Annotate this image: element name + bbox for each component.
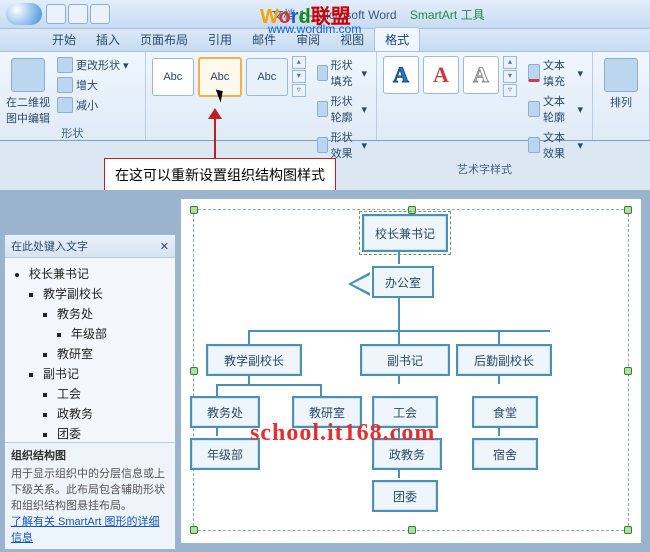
group-shapes-label: 形状 xyxy=(6,126,139,142)
text-pane-item[interactable]: 团委 xyxy=(57,425,173,442)
tab-references[interactable]: 引用 xyxy=(198,28,242,51)
text-pane-title: 在此处键入文字 xyxy=(11,238,88,254)
learn-more-link[interactable]: 了解有关 SmartArt 图形的详细信息 xyxy=(11,516,160,544)
tab-pagelayout[interactable]: 页面布局 xyxy=(130,28,198,51)
tab-home[interactable]: 开始 xyxy=(42,28,86,51)
arrange-button[interactable]: 排列 xyxy=(599,56,643,110)
ribbon: 在二维视图中编辑 更改形状 ▾ 增大 减小 形状 Abc Abc Abc ▴▾▿ xyxy=(0,52,650,141)
wordart-style-1[interactable]: A xyxy=(383,56,419,94)
edit-in-2d-button[interactable]: 在二维视图中编辑 xyxy=(6,56,50,126)
annotation-callout: 在这可以重新设置组织结构图样式 xyxy=(104,158,336,192)
group-shape-styles: Abc Abc Abc ▴▾▿ 形状填充 ▾ 形状轮廓 ▾ 形状效果 ▾ 形状样… xyxy=(146,52,377,140)
text-pane-item[interactable]: 教研室 xyxy=(57,345,173,362)
edit-2d-icon xyxy=(11,58,45,92)
shape-style-3[interactable]: Abc xyxy=(246,58,288,96)
group-shapes: 在二维视图中编辑 更改形状 ▾ 增大 减小 形状 xyxy=(0,52,146,140)
text-pane-item[interactable]: 工会 xyxy=(57,385,173,402)
smartart-org-chart[interactable]: 校长兼书记 办公室 教学副校长 副书记 后勤副校长 教务处 教研室 工会 食堂 … xyxy=(193,209,629,531)
shape-outline-button[interactable]: 形状轮廓 ▾ xyxy=(314,92,370,126)
arrange-icon xyxy=(604,58,638,92)
outline-icon xyxy=(317,101,328,117)
change-shape-icon xyxy=(57,57,73,73)
org-node-l3-2[interactable]: 工会 xyxy=(372,396,438,428)
annotation-arrow-line xyxy=(214,110,216,158)
org-node-assistant[interactable]: 办公室 xyxy=(372,266,434,298)
smartart-text-pane[interactable]: 在此处键入文字 ✕ 校长兼书记教学副校长教务处年级部教研室副书记工会政教务团委后… xyxy=(4,234,176,550)
text-pane-description: 组织结构图 用于显示组织中的分层信息或上下级关系。此布局包含辅助形状和组织结构图… xyxy=(5,442,175,549)
office-button[interactable] xyxy=(6,3,42,25)
tab-review[interactable]: 审阅 xyxy=(286,28,330,51)
tab-view[interactable]: 视图 xyxy=(330,28,374,51)
tab-insert[interactable]: 插入 xyxy=(86,28,130,51)
text-fill-button[interactable]: 文本填充 ▾ xyxy=(525,56,586,90)
shape-style-gallery-scroll[interactable]: ▴▾▿ xyxy=(292,56,306,97)
document-canvas[interactable]: 校长兼书记 办公室 教学副校长 副书记 后勤副校长 教务处 教研室 工会 食堂 … xyxy=(180,198,642,544)
shape-effects-button[interactable]: 形状效果 ▾ xyxy=(314,128,370,162)
group-wordart-label: 艺术字样式 xyxy=(383,162,586,178)
text-pane-close-icon[interactable]: ✕ xyxy=(160,240,169,253)
text-effects-button[interactable]: 文本效果 ▾ xyxy=(525,128,586,162)
org-node-l2-0[interactable]: 教学副校长 xyxy=(206,344,302,376)
text-pane-item[interactable]: 副书记工会政教务团委 xyxy=(43,365,173,442)
workspace: 在此处键入文字 ✕ 校长兼书记教学副校长教务处年级部教研室副书记工会政教务团委后… xyxy=(0,190,650,552)
shrink-icon xyxy=(57,97,73,113)
window-title: 文档 1 - Microsoft Word SmartArt 工具 xyxy=(112,6,644,23)
wordart-style-2[interactable]: A xyxy=(423,56,459,94)
change-shape-button[interactable]: 更改形状 ▾ xyxy=(54,56,132,74)
text-outline-button[interactable]: 文本轮廓 ▾ xyxy=(525,92,586,126)
text-fill-icon xyxy=(528,64,540,82)
text-pane-item[interactable]: 教学副校长教务处年级部教研室 xyxy=(43,285,173,362)
org-node-l2-2[interactable]: 后勤副校长 xyxy=(456,344,552,376)
org-node-l4-0[interactable]: 年级部 xyxy=(190,438,260,470)
shrink-button[interactable]: 减小 xyxy=(54,96,132,114)
org-node-l3-0[interactable]: 教务处 xyxy=(190,396,260,428)
shape-fill-button[interactable]: 形状填充 ▾ xyxy=(314,56,370,90)
org-node-l3-3[interactable]: 食堂 xyxy=(472,396,538,428)
shape-style-1[interactable]: Abc xyxy=(152,58,194,96)
text-pane-item[interactable]: 教务处年级部 xyxy=(57,305,173,342)
ribbon-tabs: 开始 插入 页面布局 引用 邮件 审阅 视图 格式 xyxy=(0,29,650,52)
org-node-l4-1[interactable]: 政教务 xyxy=(372,438,442,470)
org-node-l2-1[interactable]: 副书记 xyxy=(360,344,450,376)
org-node-l3-1[interactable]: 教研室 xyxy=(292,396,362,428)
qat-save[interactable] xyxy=(46,4,66,24)
group-arrange: 排列 xyxy=(593,52,650,140)
text-pane-item[interactable]: 校长兼书记教学副校长教务处年级部教研室副书记工会政教务团委后勤副校长 xyxy=(29,265,173,442)
text-outline-icon xyxy=(528,101,540,117)
org-node-root[interactable]: 校长兼书记 xyxy=(362,214,448,252)
org-node-l5-0[interactable]: 团委 xyxy=(372,480,438,512)
wordart-gallery-scroll[interactable]: ▴▾▿ xyxy=(503,56,517,97)
org-node-l4-2[interactable]: 宿舍 xyxy=(472,438,538,470)
qat-undo[interactable] xyxy=(68,4,88,24)
wordart-style-3[interactable]: A xyxy=(463,56,499,94)
fill-icon xyxy=(317,65,328,81)
text-effects-icon xyxy=(528,137,540,153)
shape-style-2[interactable]: Abc xyxy=(198,57,242,97)
tab-format[interactable]: 格式 xyxy=(374,27,420,51)
text-pane-list[interactable]: 校长兼书记教学副校长教务处年级部教研室副书记工会政教务团委后勤副校长 xyxy=(5,258,175,442)
enlarge-icon xyxy=(57,77,73,93)
tab-mailings[interactable]: 邮件 xyxy=(242,28,286,51)
title-bar: 文档 1 - Microsoft Word SmartArt 工具 xyxy=(0,0,650,29)
enlarge-button[interactable]: 增大 xyxy=(54,76,132,94)
group-wordart-styles: A A A ▴▾▿ 文本填充 ▾ 文本轮廓 ▾ 文本效果 ▾ 艺术字样式 xyxy=(377,52,593,140)
effects-icon xyxy=(317,137,328,153)
text-pane-item[interactable]: 年级部 xyxy=(71,325,173,342)
qat-redo[interactable] xyxy=(90,4,110,24)
text-pane-item[interactable]: 政教务 xyxy=(57,405,173,422)
